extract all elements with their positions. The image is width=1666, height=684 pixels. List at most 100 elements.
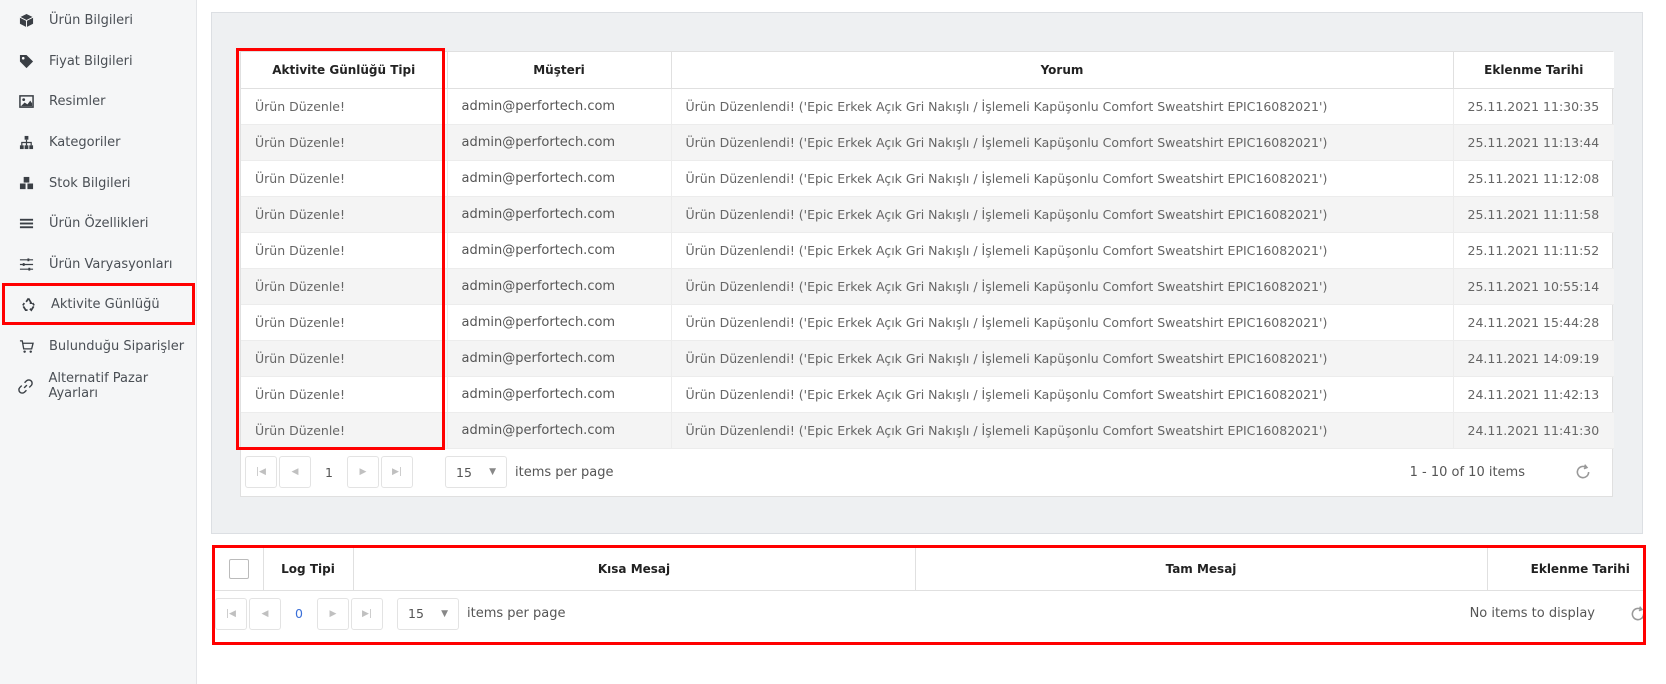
image-icon xyxy=(17,92,35,110)
cell-date: 25.11.2021 11:11:58 xyxy=(1452,196,1614,233)
sidebar-item-stok-bilgileri[interactable]: Stok Bilgileri xyxy=(0,163,197,203)
sidebar-item-label: Fiyat Bilgileri xyxy=(49,53,133,69)
cubes-icon xyxy=(17,174,35,192)
cell-customer: admin@perfortech.com xyxy=(446,304,671,341)
cell-comment: Ürün Düzenlendi! ('Epic Erkek Açık Gri N… xyxy=(670,268,1453,305)
cell-customer: admin@perfortech.com xyxy=(446,196,671,233)
table-row[interactable]: Ürün Düzenle! admin@perfortech.com Ürün … xyxy=(241,88,1614,125)
cell-type: Ürün Düzenle! xyxy=(241,160,447,197)
link-icon xyxy=(17,377,34,395)
prev-page-button[interactable]: ◀ xyxy=(249,597,281,630)
sidebar-item-kategoriler[interactable]: Kategoriler xyxy=(0,122,197,162)
page-size-select[interactable]: 15 ▼ xyxy=(445,456,507,488)
table-row[interactable]: Ürün Düzenle! admin@perfortech.com Ürün … xyxy=(241,232,1614,269)
first-page-button[interactable]: |◀ xyxy=(215,597,247,630)
per-page-label: items per page xyxy=(515,464,614,480)
tag-icon xyxy=(17,52,35,70)
sidebar-item-urun-varyasyonlari[interactable]: Ürün Varyasyonları xyxy=(0,244,197,284)
sidebar-item-label: Ürün Varyasyonları xyxy=(49,256,173,272)
last-page-button[interactable]: ▶| xyxy=(351,597,383,630)
recycle-icon xyxy=(19,295,37,313)
sidebar-item-label: Stok Bilgileri xyxy=(49,175,131,191)
table-row[interactable]: Ürün Düzenle! admin@perfortech.com Ürün … xyxy=(241,304,1614,341)
log-panel: Log Tipi Kısa Mesaj Tam Mesaj Eklenme Ta… xyxy=(212,545,1646,645)
caret-down-icon: ▼ xyxy=(489,467,496,477)
cell-comment: Ürün Düzenlendi! ('Epic Erkek Açık Gri N… xyxy=(670,340,1453,377)
cell-date: 25.11.2021 11:30:35 xyxy=(1452,88,1614,125)
column-header-comment[interactable]: Yorum xyxy=(670,52,1453,89)
column-header-date[interactable]: Eklenme Tarihi xyxy=(1452,52,1614,89)
sidebar-item-bulundugu-siparisler[interactable]: Bulunduğu Siparişler xyxy=(0,326,197,366)
cell-comment: Ürün Düzenlendi! ('Epic Erkek Açık Gri N… xyxy=(670,376,1453,413)
cell-date: 24.11.2021 11:41:30 xyxy=(1452,412,1614,449)
current-page[interactable]: 0 xyxy=(283,598,315,630)
sidebar-item-label: Bulunduğu Siparişler xyxy=(49,338,185,354)
cell-customer: admin@perfortech.com xyxy=(446,412,671,449)
cell-date: 25.11.2021 10:55:14 xyxy=(1452,268,1614,305)
next-page-button[interactable]: ▶ xyxy=(347,456,379,488)
sidebar-item-label: Kategoriler xyxy=(49,134,121,150)
cell-type: Ürün Düzenle! xyxy=(241,340,447,377)
activity-panel: Aktivite Günlüğü Tipi Müşteri Yorum Ekle… xyxy=(211,12,1643,534)
sidebar-item-aktivite-gunlugu[interactable]: Aktivite Günlüğü xyxy=(2,283,195,325)
current-page[interactable]: 1 xyxy=(313,456,345,488)
cell-comment: Ürün Düzenlendi! ('Epic Erkek Açık Gri N… xyxy=(670,196,1453,233)
sidebar-item-fiyat-bilgileri[interactable]: Fiyat Bilgileri xyxy=(0,41,197,81)
cell-type: Ürün Düzenle! xyxy=(241,412,447,449)
cell-type: Ürün Düzenle! xyxy=(241,88,447,125)
cart-icon xyxy=(17,337,35,355)
last-page-button[interactable]: ▶| xyxy=(381,456,413,488)
cell-comment: Ürün Düzenlendi! ('Epic Erkek Açık Gri N… xyxy=(670,232,1453,269)
sidebar-item-alternatif-pazar-ayarlari[interactable]: Alternatif Pazar Ayarları xyxy=(0,366,197,406)
box-icon xyxy=(17,11,35,29)
table-row[interactable]: Ürün Düzenle! admin@perfortech.com Ürün … xyxy=(241,376,1614,413)
cell-type: Ürün Düzenle! xyxy=(241,124,447,161)
cell-customer: admin@perfortech.com xyxy=(446,376,671,413)
sidebar-item-label: Ürün Bilgileri xyxy=(49,12,134,28)
sidebar-item-label: Alternatif Pazar Ayarları xyxy=(48,371,149,401)
table-row[interactable]: Ürün Düzenle! admin@perfortech.com Ürün … xyxy=(241,340,1614,377)
page-size-select[interactable]: 15 ▼ xyxy=(397,597,459,630)
sliders-icon xyxy=(17,255,35,273)
prev-page-button[interactable]: ◀ xyxy=(279,456,311,488)
sidebar-item-resimler[interactable]: Resimler xyxy=(0,81,197,121)
column-header-short-message[interactable]: Kısa Mesaj xyxy=(352,548,915,591)
table-row[interactable]: Ürün Düzenle! admin@perfortech.com Ürün … xyxy=(241,412,1614,449)
per-page-label: items per page xyxy=(467,606,566,621)
sidebar-item-urun-bilgileri[interactable]: Ürün Bilgileri xyxy=(0,0,197,40)
next-page-button[interactable]: ▶ xyxy=(317,597,349,630)
column-header-log-type[interactable]: Log Tipi xyxy=(262,548,353,591)
sidebar-item-label: Aktivite Günlüğü xyxy=(51,296,160,312)
refresh-icon[interactable] xyxy=(1629,605,1646,623)
first-page-button[interactable]: |◀ xyxy=(245,456,277,488)
column-header-full-message[interactable]: Tam Mesaj xyxy=(914,548,1487,591)
cell-comment: Ürün Düzenlendi! ('Epic Erkek Açık Gri N… xyxy=(670,88,1453,125)
cell-type: Ürün Düzenle! xyxy=(241,304,447,341)
table-row[interactable]: Ürün Düzenle! admin@perfortech.com Ürün … xyxy=(241,268,1614,305)
cell-type: Ürün Düzenle! xyxy=(241,376,447,413)
cell-customer: admin@perfortech.com xyxy=(446,268,671,305)
cell-date: 24.11.2021 15:44:28 xyxy=(1452,304,1614,341)
sidebar-item-label: Ürün Özellikleri xyxy=(49,215,149,231)
cell-date: 24.11.2021 14:09:19 xyxy=(1452,340,1614,377)
table-row[interactable]: Ürün Düzenle! admin@perfortech.com Ürün … xyxy=(241,160,1614,197)
column-header-type[interactable]: Aktivite Günlüğü Tipi xyxy=(241,52,447,89)
cell-date: 24.11.2021 11:42:13 xyxy=(1452,376,1614,413)
cell-type: Ürün Düzenle! xyxy=(241,268,447,305)
pager-info: 1 - 10 of 10 items xyxy=(1409,464,1525,480)
activity-header-row: Aktivite Günlüğü Tipi Müşteri Yorum Ekle… xyxy=(241,52,1614,89)
list-icon xyxy=(17,214,35,232)
cell-customer: admin@perfortech.com xyxy=(446,160,671,197)
cell-type: Ürün Düzenle! xyxy=(241,232,447,269)
sidebar-item-urun-ozellikleri[interactable]: Ürün Özellikleri xyxy=(0,203,197,243)
column-header-log-date[interactable]: Eklenme Tarihi xyxy=(1486,548,1643,591)
refresh-icon[interactable] xyxy=(1574,463,1592,481)
cell-comment: Ürün Düzenlendi! ('Epic Erkek Açık Gri N… xyxy=(670,412,1453,449)
cell-date: 25.11.2021 11:11:52 xyxy=(1452,232,1614,269)
sidebar-item-label: Resimler xyxy=(49,93,106,109)
table-row[interactable]: Ürün Düzenle! admin@perfortech.com Ürün … xyxy=(241,196,1614,233)
select-all-checkbox[interactable] xyxy=(228,558,249,579)
table-row[interactable]: Ürün Düzenle! admin@perfortech.com Ürün … xyxy=(241,124,1614,161)
column-header-customer[interactable]: Müşteri xyxy=(446,52,671,89)
sitemap-icon xyxy=(17,133,35,151)
